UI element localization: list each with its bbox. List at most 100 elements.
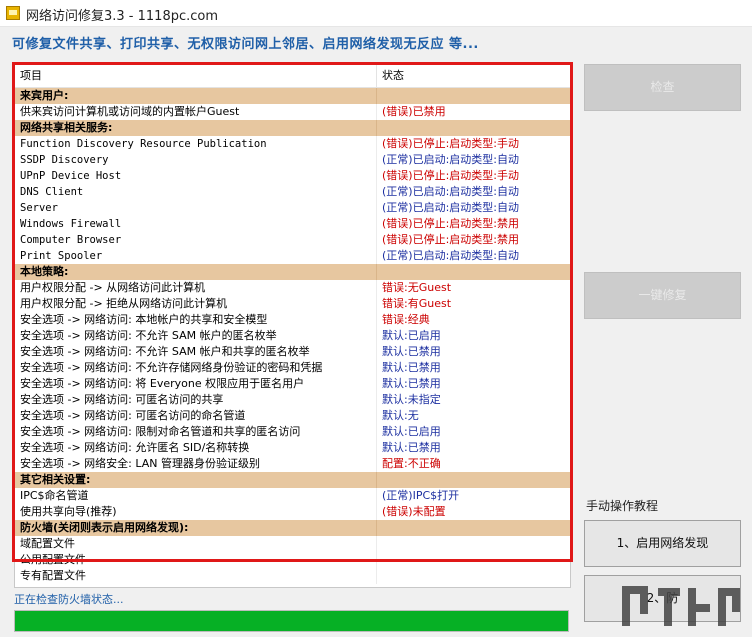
- item-cell: 网络共享相关服务:: [15, 120, 377, 136]
- list-item[interactable]: Computer Browser (错误)已停止:启动类型:禁用: [15, 232, 570, 248]
- check-button[interactable]: 检查: [584, 64, 741, 111]
- list-item[interactable]: 用户权限分配 -> 从网络访问此计算机 错误:无Guest: [15, 280, 570, 296]
- status-cell: 错误:无Guest: [382, 281, 452, 294]
- status-cell: 默认:未指定: [382, 393, 441, 406]
- list-item[interactable]: 专有配置文件: [15, 568, 570, 584]
- item-cell: 公用配置文件: [15, 552, 377, 568]
- list-item[interactable]: 安全选项 -> 网络访问: 不允许 SAM 帐户的匿名枚举 默认:已启用: [15, 328, 570, 344]
- status-cell: [377, 472, 382, 488]
- status-cell: [377, 536, 382, 552]
- list-item[interactable]: 安全选项 -> 网络访问: 允许匿名 SID/名称转换 默认:已禁用: [15, 440, 570, 456]
- list-item[interactable]: 公用配置文件: [15, 552, 570, 568]
- status-cell: (错误)已禁用: [382, 105, 446, 118]
- status-message: 正在检查防火墙状态...: [14, 593, 124, 606]
- list-item[interactable]: UPnP Device Host (错误)已停止:启动类型:手动: [15, 168, 570, 184]
- status-cell: 默认:已禁用: [382, 377, 441, 390]
- status-cell: (正常)已启动:启动类型:自动: [382, 249, 519, 262]
- item-cell: 安全选项 -> 网络访问: 将 Everyone 权限应用于匿名用户: [15, 376, 377, 392]
- status-cell: 错误:经典: [382, 313, 430, 326]
- status-cell: (正常)已启动:启动类型:自动: [382, 185, 519, 198]
- column-header-item[interactable]: 项目: [15, 65, 377, 87]
- progress-bar: [14, 610, 569, 632]
- item-cell: 安全选项 -> 网络安全: LAN 管理器身份验证级别: [15, 456, 377, 472]
- item-cell: SSDP Discovery: [15, 152, 377, 168]
- item-cell: 域配置文件: [15, 536, 377, 552]
- list-item[interactable]: Function Discovery Resource Publication (…: [15, 136, 570, 152]
- status-cell: [377, 568, 382, 584]
- item-cell: 安全选项 -> 网络访问: 不允许 SAM 帐户的匿名枚举: [15, 328, 377, 344]
- list-body: 来宾用户: 供来宾访问计算机或访问域的内置帐户Guest (错误)已禁用 网络共享相关…: [15, 88, 570, 584]
- item-cell: Server: [15, 200, 377, 216]
- list-item[interactable]: 安全选项 -> 网络安全: LAN 管理器身份验证级别 配置:不正确: [15, 456, 570, 472]
- diagnostic-list[interactable]: 项目 状态 来宾用户: 供来宾访问计算机或访问域的内置帐户Guest (错误)已禁用…: [14, 64, 571, 588]
- status-cell: 默认:已启用: [382, 425, 441, 438]
- status-cell: 默认:无: [382, 409, 419, 422]
- list-item[interactable]: DNS Client (正常)已启动:启动类型:自动: [15, 184, 570, 200]
- list-item[interactable]: 安全选项 -> 网络访问: 不允许存储网络身份验证的密码和凭据 默认:已禁用: [15, 360, 570, 376]
- category-row[interactable]: 网络共享相关服务:: [15, 120, 570, 136]
- list-item[interactable]: 用户权限分配 -> 拒绝从网络访问此计算机 错误:有Guest: [15, 296, 570, 312]
- list-item[interactable]: 安全选项 -> 网络访问: 本地帐户的共享和安全模型 错误:经典: [15, 312, 570, 328]
- item-cell: Computer Browser: [15, 232, 377, 248]
- list-item[interactable]: 域配置文件: [15, 536, 570, 552]
- list-item[interactable]: 安全选项 -> 网络访问: 限制对命名管道和共享的匿名访问 默认:已启用: [15, 424, 570, 440]
- item-cell: Print Spooler: [15, 248, 377, 264]
- category-row[interactable]: 其它相关设置:: [15, 472, 570, 488]
- category-row[interactable]: 防火墙(关闭则表示启用网络发现):: [15, 520, 570, 536]
- item-cell: 供来宾访问计算机或访问域的内置帐户Guest: [15, 104, 377, 120]
- item-cell: 安全选项 -> 网络访问: 不允许 SAM 帐户和共享的匿名枚举: [15, 344, 377, 360]
- item-cell: 安全选项 -> 网络访问: 可匿名访问的命名管道: [15, 408, 377, 424]
- enable-network-discovery-button[interactable]: 1、启用网络发现: [584, 520, 741, 567]
- item-cell: 本地策略:: [15, 264, 377, 280]
- window-title: 网络访问修复3.3 - 1118pc.com: [26, 9, 219, 24]
- status-cell: [377, 264, 382, 280]
- status-cell: [377, 88, 382, 104]
- category-row[interactable]: 来宾用户:: [15, 88, 570, 104]
- list-item[interactable]: 使用共享向导(推荐) (错误)未配置: [15, 504, 570, 520]
- item-cell: 安全选项 -> 网络访问: 不允许存储网络身份验证的密码和凭据: [15, 360, 377, 376]
- item-cell: IPC$命名管道: [15, 488, 377, 504]
- list-item[interactable]: Windows Firewall (错误)已停止:启动类型:禁用: [15, 216, 570, 232]
- manual-tutorial-label: 手动操作教程: [586, 499, 659, 513]
- list-item[interactable]: IPC$命名管道 (正常)IPC$打开: [15, 488, 570, 504]
- item-cell: 用户权限分配 -> 从网络访问此计算机: [15, 280, 377, 296]
- status-cell: 错误:有Guest: [382, 297, 452, 310]
- category-row[interactable]: 本地策略:: [15, 264, 570, 280]
- item-cell: DNS Client: [15, 184, 377, 200]
- item-cell: UPnP Device Host: [15, 168, 377, 184]
- list-item[interactable]: 安全选项 -> 网络访问: 将 Everyone 权限应用于匿名用户 默认:已禁用: [15, 376, 570, 392]
- list-item[interactable]: Print Spooler (正常)已启动:启动类型:自动: [15, 248, 570, 264]
- item-cell: 防火墙(关闭则表示启用网络发现):: [15, 520, 377, 536]
- status-cell: [377, 120, 382, 136]
- status-cell: (错误)已停止:启动类型:手动: [382, 137, 519, 150]
- status-cell: 默认:已禁用: [382, 345, 441, 358]
- status-cell: (错误)未配置: [382, 505, 446, 518]
- list-item[interactable]: 安全选项 -> 网络访问: 不允许 SAM 帐户和共享的匿名枚举 默认:已禁用: [15, 344, 570, 360]
- list-item[interactable]: 安全选项 -> 网络访问: 可匿名访问的命名管道 默认:无: [15, 408, 570, 424]
- status-cell: (错误)已停止:启动类型:手动: [382, 169, 519, 182]
- list-item[interactable]: 供来宾访问计算机或访问域的内置帐户Guest (错误)已禁用: [15, 104, 570, 120]
- status-cell: [377, 552, 382, 568]
- feature-description: 可修复文件共享、打印共享、无权限访问网上邻居、启用网络发现无反应 等...: [12, 37, 479, 52]
- one-click-repair-button[interactable]: 一键修复: [584, 272, 741, 319]
- firewall-tutorial-button[interactable]: 2、防: [584, 575, 741, 622]
- item-cell: 其它相关设置:: [15, 472, 377, 488]
- list-header: 项目 状态: [15, 65, 570, 88]
- item-cell: 安全选项 -> 网络访问: 本地帐户的共享和安全模型: [15, 312, 377, 328]
- item-cell: Function Discovery Resource Publication: [15, 136, 377, 152]
- status-cell: (错误)已停止:启动类型:禁用: [382, 217, 519, 230]
- list-item[interactable]: Server (正常)已启动:启动类型:自动: [15, 200, 570, 216]
- status-cell: (正常)已启动:启动类型:自动: [382, 153, 519, 166]
- status-cell: 默认:已禁用: [382, 441, 441, 454]
- status-cell: (正常)已启动:启动类型:自动: [382, 201, 519, 214]
- list-item[interactable]: 安全选项 -> 网络访问: 可匿名访问的共享 默认:未指定: [15, 392, 570, 408]
- status-cell: 默认:已禁用: [382, 361, 441, 374]
- column-header-status[interactable]: 状态: [377, 65, 404, 87]
- list-item[interactable]: SSDP Discovery (正常)已启动:启动类型:自动: [15, 152, 570, 168]
- status-cell: 默认:已启用: [382, 329, 441, 342]
- app-icon: [6, 6, 20, 20]
- item-cell: 专有配置文件: [15, 568, 377, 584]
- item-cell: 用户权限分配 -> 拒绝从网络访问此计算机: [15, 296, 377, 312]
- item-cell: Windows Firewall: [15, 216, 377, 232]
- item-cell: 使用共享向导(推荐): [15, 504, 377, 520]
